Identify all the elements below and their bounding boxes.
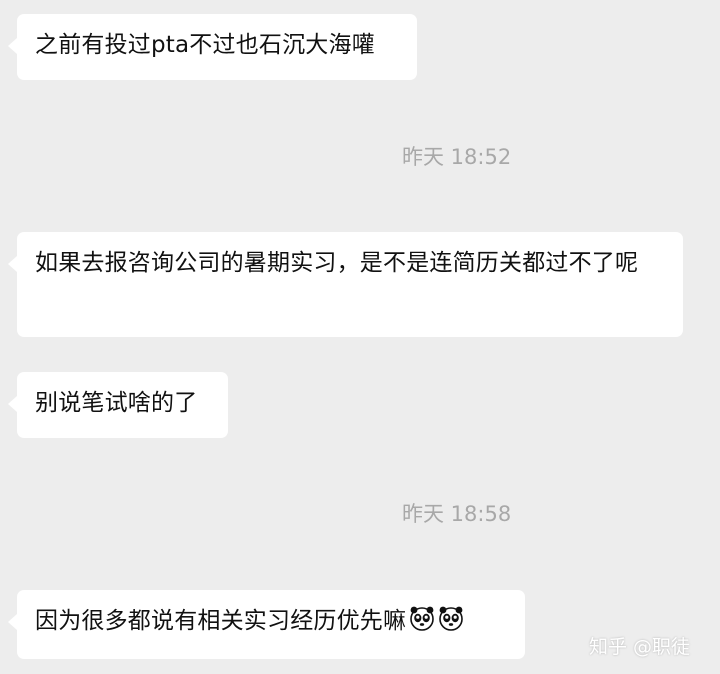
message-timestamp: 昨天 18:52 bbox=[402, 145, 512, 169]
message-text: 如果去报咨询公司的暑期实习，是不是连简历关都过不了呢 bbox=[35, 250, 639, 276]
message-bubble[interactable]: 别说笔试啥的了 bbox=[8, 372, 228, 438]
message-text: 因为很多都说有相关实习经历优先嘛 bbox=[35, 608, 407, 634]
message-text: 别说笔试啥的了 bbox=[35, 390, 198, 416]
message-text: 之前有投过pta不过也石沉大海嚾 bbox=[35, 32, 375, 58]
panda-emoji-icon bbox=[438, 605, 464, 631]
panda-emoji-icon bbox=[409, 605, 435, 631]
message-bubble[interactable]: 如果去报咨询公司的暑期实习，是不是连简历关都过不了呢 bbox=[8, 232, 683, 337]
watermark: 知乎 @职徒 bbox=[589, 636, 691, 658]
message-bubble[interactable]: 因为很多都说有相关实习经历优先嘛 bbox=[8, 590, 525, 659]
message-bubble[interactable]: 之前有投过pta不过也石沉大海嚾 bbox=[8, 14, 417, 80]
message-timestamp: 昨天 18:58 bbox=[402, 502, 512, 526]
